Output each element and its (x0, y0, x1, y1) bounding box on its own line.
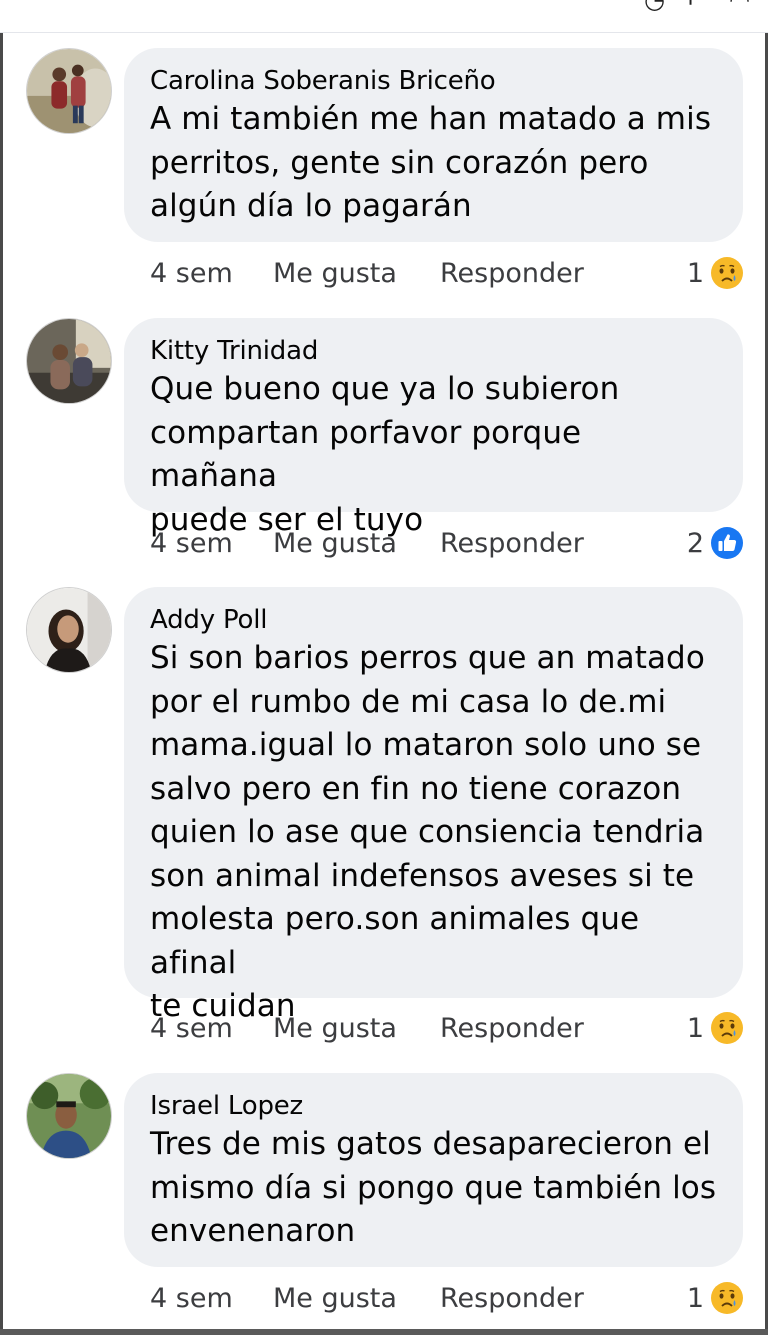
comment-text-line: compartan porfavor porque mañana (150, 414, 582, 495)
comment-text-line: Si son barios perros que an matado (150, 640, 705, 676)
toolbar-glyph-icon[interactable]: ◔ (644, 0, 665, 14)
comment-text-line: A mi también me han matado a mis (150, 101, 712, 137)
reaction-summary[interactable]: 1 (687, 1278, 744, 1318)
reply-button[interactable]: Responder (440, 528, 620, 559)
comment-bubble[interactable]: Israel Lopez Tres de mis gatos desaparec… (124, 1073, 743, 1267)
like-button[interactable]: Me gusta (273, 528, 440, 559)
comment-author[interactable]: Israel Lopez (150, 1089, 717, 1123)
comment-text: A mi también me han matado a mis perrito… (150, 98, 717, 229)
comment-text-line: Que bueno que ya lo subieron (150, 371, 620, 407)
bottom-divider (0, 1329, 768, 1335)
comment-text: Tres de mis gatos desaparecieron el mism… (150, 1123, 717, 1254)
comment-text: Si son barios perros que an matado por e… (150, 637, 717, 1029)
comment-text-line: Tres de mis gatos desaparecieron el (150, 1126, 711, 1162)
reaction-summary[interactable]: 1 (687, 1008, 744, 1048)
comment-text-line: algún día lo pagarán (150, 188, 472, 224)
comment-bubble[interactable]: Addy Poll Si son barios perros que an ma… (124, 587, 743, 1024)
like-button[interactable]: Me gusta (273, 1283, 440, 1314)
toolbar-glyph-icon[interactable]: ◠ (729, 0, 750, 14)
comment-author[interactable]: Addy Poll (150, 603, 717, 637)
avatar-photo-icon (27, 319, 111, 403)
avatar-photo-icon (27, 1074, 111, 1158)
comment-bubble[interactable]: Kitty Trinidad Que bueno que ya lo subie… (124, 318, 743, 538)
avatar[interactable] (26, 1073, 112, 1159)
sad-face-icon (711, 257, 743, 289)
reaction-count: 1 (686, 1282, 704, 1314)
avatar[interactable] (26, 318, 112, 404)
reaction-summary[interactable]: 1 (687, 253, 744, 293)
comment-text-line: mismo día si pongo que también los (150, 1169, 717, 1206)
sad-face-icon (711, 1282, 743, 1314)
comment-author[interactable]: Carolina Soberanis Briceño (150, 64, 717, 98)
comment-author[interactable]: Kitty Trinidad (150, 334, 717, 368)
reaction-count: 1 (686, 257, 704, 289)
comment-time[interactable]: 4 sem (150, 1283, 273, 1314)
like-button[interactable]: Me gusta (273, 258, 440, 289)
comment-time[interactable]: 4 sem (150, 258, 273, 289)
reaction-summary[interactable]: 2 (687, 523, 744, 563)
thumbs-up-icon (711, 527, 743, 559)
toolbar-glyph-icon[interactable]: ⌐ (687, 0, 707, 14)
comment-text-line: perritos, gente sin corazón pero (150, 144, 649, 181)
comment-text-line: son animal indefensos aveses si te (150, 857, 695, 894)
comment-text-line: molesta pero.son animales que afinal (150, 901, 640, 981)
avatar[interactable] (26, 48, 112, 134)
comment-text-line: envenenaron (150, 1213, 356, 1249)
comment-actions: 4 sem Me gusta Responder 1 (150, 1278, 744, 1318)
comment-text-line: por el rumbo de mi casa lo de.mi (150, 683, 667, 720)
reaction-count: 1 (686, 1012, 704, 1044)
like-button[interactable]: Me gusta (273, 1013, 440, 1044)
comment-text-line: quien lo ase que consiencia tendria (150, 814, 705, 850)
comment-text: Que bueno que ya lo subieron compartan p… (150, 368, 717, 542)
comment-text-line: mama.igual lo mataron solo uno se (150, 727, 702, 763)
avatar-photo-icon (27, 588, 111, 672)
comment-time[interactable]: 4 sem (150, 528, 273, 559)
comment-text-line: salvo pero en fin no tiene corazon (150, 770, 682, 807)
comment-actions: 4 sem Me gusta Responder 1 (150, 1008, 744, 1048)
reply-button[interactable]: Responder (440, 258, 620, 289)
top-toolbar: ◔ ⌐ ◠ (0, 0, 768, 33)
top-toolbar-icons: ◔ ⌐ ◠ (644, 0, 750, 14)
avatar-photo-icon (27, 49, 111, 133)
comment-bubble[interactable]: Carolina Soberanis Briceño A mi también … (124, 48, 743, 242)
comment-actions: 4 sem Me gusta Responder 1 (150, 253, 744, 293)
reaction-count: 2 (686, 527, 704, 559)
sad-face-icon (711, 1012, 743, 1044)
avatar[interactable] (26, 587, 112, 673)
comment-time[interactable]: 4 sem (150, 1013, 273, 1044)
window-frame-left (0, 0, 3, 1335)
reply-button[interactable]: Responder (440, 1283, 620, 1314)
comment-actions: 4 sem Me gusta Responder 2 (150, 523, 744, 563)
reply-button[interactable]: Responder (440, 1013, 620, 1044)
